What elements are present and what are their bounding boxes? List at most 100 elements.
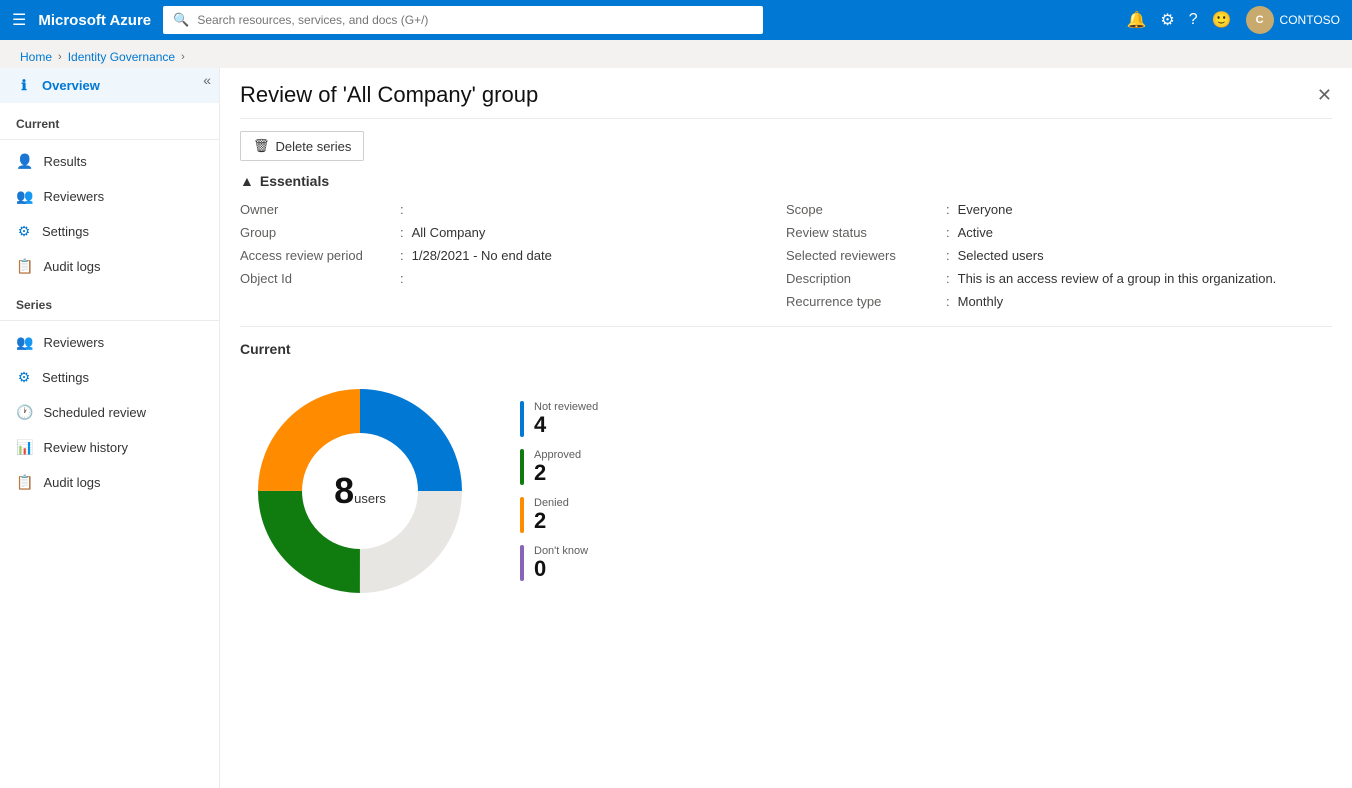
sidebar-item-reviewers-label: Reviewers: [43, 189, 104, 204]
toolbar: 🗑 Delete series: [240, 131, 1332, 161]
avatar: C: [1246, 6, 1274, 34]
legend-bar-dont-know: [520, 545, 524, 581]
breadcrumb-sep2: ›: [181, 51, 185, 63]
sidebar-collapse-button[interactable]: «: [203, 72, 211, 88]
legend-value-denied: 2: [534, 509, 569, 533]
sidebar-item-series-audit-logs[interactable]: 📋 Audit logs: [0, 465, 219, 500]
delete-series-label: Delete series: [276, 139, 352, 154]
donut-svg: [240, 371, 480, 611]
sidebar-item-overview-label: Overview: [42, 78, 100, 93]
sidebar-item-review-history[interactable]: 📊 Review history: [0, 430, 219, 465]
essentials-status-label: Review status: [786, 225, 946, 240]
sidebar-divider1: [0, 139, 219, 140]
essentials-right-col: Scope : Everyone Review status : Active …: [786, 199, 1332, 312]
legend-label-not-reviewed: Not reviewed: [534, 401, 598, 413]
breadcrumb-home[interactable]: Home: [20, 50, 52, 64]
essentials-owner-label: Owner: [240, 202, 400, 217]
legend-bar-not-reviewed: [520, 401, 524, 437]
sidebar-item-series-settings[interactable]: ⚙ Settings: [0, 360, 219, 395]
sidebar: « ℹ Overview Current 👤 Results 👥 Reviewe…: [0, 68, 220, 788]
sidebar-item-audit-label: Audit logs: [43, 259, 100, 274]
user-menu[interactable]: C CONTOSO: [1246, 6, 1340, 34]
sidebar-item-series-reviewers[interactable]: 👥 Reviewers: [0, 325, 219, 360]
essentials-period-row: Access review period : 1/28/2021 - No en…: [240, 245, 786, 266]
essentials-group-row: Group : All Company: [240, 222, 786, 243]
series-reviewers-icon: 👥: [16, 334, 33, 351]
breadcrumb-sep1: ›: [58, 51, 62, 63]
essentials-status-value: Active: [958, 225, 993, 240]
sidebar-item-settings-label: Settings: [42, 224, 89, 239]
donut-chart: 8users: [240, 371, 480, 611]
essentials-recurrence-value: Monthly: [958, 294, 1004, 309]
essentials-scope-row: Scope : Everyone: [786, 199, 1332, 220]
essentials-recurrence-row: Recurrence type : Monthly: [786, 291, 1332, 312]
essentials-scope-value: Everyone: [958, 202, 1013, 217]
review-history-icon: 📊: [16, 439, 33, 456]
sidebar-item-series-settings-label: Settings: [42, 370, 89, 385]
feedback-icon[interactable]: 🙂: [1212, 10, 1232, 30]
sidebar-item-results[interactable]: 👤 Results: [0, 144, 219, 179]
sidebar-item-series-reviewers-label: Reviewers: [43, 335, 104, 350]
chart-container: 8users Not reviewed 4: [240, 371, 1332, 611]
scheduled-review-icon: 🕐: [16, 404, 33, 421]
legend-label-approved: Approved: [534, 449, 581, 461]
search-box[interactable]: 🔍: [163, 6, 763, 34]
sidebar-item-reviewers[interactable]: 👥 Reviewers: [0, 179, 219, 214]
settings-icon[interactable]: ⚙: [1160, 10, 1174, 30]
legend-item-dont-know: Don't know 0: [520, 545, 598, 581]
essentials-description-label: Description: [786, 271, 946, 286]
brand-label: Microsoft Azure: [38, 12, 151, 29]
legend-item-not-reviewed: Not reviewed 4: [520, 401, 598, 437]
legend-value-approved: 2: [534, 461, 581, 485]
settings-nav-icon: ⚙: [16, 223, 32, 240]
essentials-group-label: Group: [240, 225, 400, 240]
essentials-recurrence-label: Recurrence type: [786, 294, 946, 309]
page-header: Review of 'All Company' group ✕: [240, 68, 1332, 119]
essentials-status-row: Review status : Active: [786, 222, 1332, 243]
legend-text-denied: Denied 2: [534, 497, 569, 533]
hamburger-icon[interactable]: ☰: [12, 10, 26, 30]
legend-bar-approved: [520, 449, 524, 485]
sidebar-item-settings[interactable]: ⚙ Settings: [0, 214, 219, 249]
legend-item-denied: Denied 2: [520, 497, 598, 533]
essentials-group-value: All Company: [412, 225, 486, 240]
breadcrumb-parent[interactable]: Identity Governance: [68, 50, 175, 64]
page-title: Review of 'All Company' group: [240, 82, 538, 108]
overview-icon: ℹ: [16, 77, 32, 94]
essentials-section: ▲ Essentials Owner : Group : All Company: [240, 173, 1332, 327]
notifications-icon[interactable]: 🔔: [1126, 10, 1146, 30]
current-title: Current: [240, 341, 1332, 357]
essentials-period-label: Access review period: [240, 248, 400, 263]
search-input[interactable]: [197, 13, 753, 27]
essentials-description-value: This is an access review of a group in t…: [958, 271, 1277, 286]
delete-series-button[interactable]: 🗑 Delete series: [240, 131, 364, 161]
topnav: ☰ Microsoft Azure 🔍 🔔 ⚙ ? 🙂 C CONTOSO: [0, 0, 1352, 40]
sidebar-item-review-history-label: Review history: [43, 440, 128, 455]
essentials-title: Essentials: [260, 173, 329, 189]
legend-value-dont-know: 0: [534, 557, 588, 581]
search-icon: 🔍: [173, 12, 189, 28]
help-icon[interactable]: ?: [1189, 11, 1198, 29]
series-settings-icon: ⚙: [16, 369, 32, 386]
sidebar-item-audit-logs[interactable]: 📋 Audit logs: [0, 249, 219, 284]
audit-logs-icon: 📋: [16, 258, 33, 275]
close-icon[interactable]: ✕: [1317, 85, 1332, 106]
essentials-reviewers-value: Selected users: [958, 248, 1044, 263]
essentials-period-value: 1/28/2021 - No end date: [412, 248, 552, 263]
essentials-header[interactable]: ▲ Essentials: [240, 173, 1332, 189]
sidebar-item-results-label: Results: [43, 154, 86, 169]
results-icon: 👤: [16, 153, 33, 170]
sidebar-item-series-audit-label: Audit logs: [43, 475, 100, 490]
sidebar-item-overview[interactable]: ℹ Overview: [0, 68, 219, 103]
current-section: Current: [240, 341, 1332, 611]
delete-icon: 🗑: [253, 138, 270, 154]
sidebar-item-scheduled-review-label: Scheduled review: [43, 405, 146, 420]
series-section-label: Series: [0, 284, 219, 316]
sidebar-divider2: [0, 320, 219, 321]
essentials-grid: Owner : Group : All Company Access revie…: [240, 199, 1332, 327]
sidebar-item-scheduled-review[interactable]: 🕐 Scheduled review: [0, 395, 219, 430]
essentials-objectid-row: Object Id :: [240, 268, 786, 289]
legend-value-not-reviewed: 4: [534, 413, 598, 437]
breadcrumb: Home › Identity Governance ›: [0, 40, 1352, 68]
essentials-left-col: Owner : Group : All Company Access revie…: [240, 199, 786, 312]
